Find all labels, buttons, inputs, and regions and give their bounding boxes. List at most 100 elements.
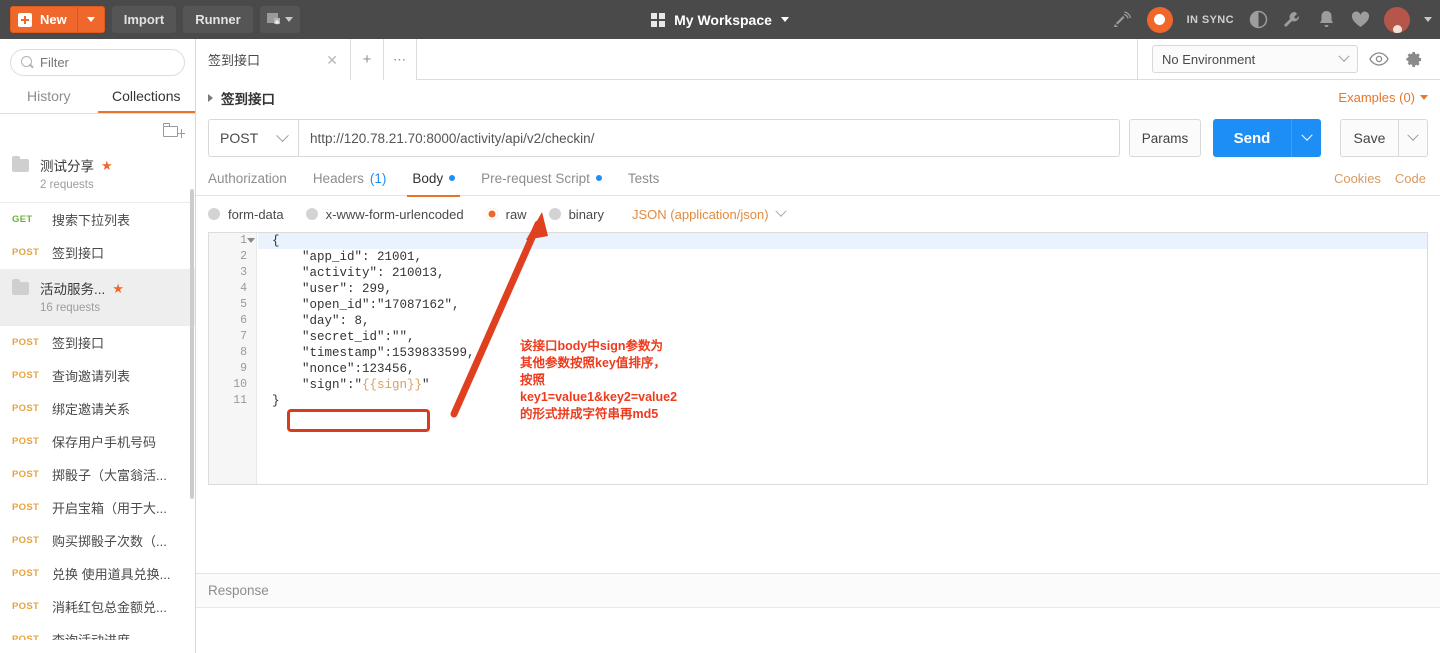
sidebar-request-item[interactable]: GET 搜索下拉列表 — [0, 203, 195, 236]
avatar[interactable] — [1384, 6, 1410, 33]
code-line[interactable]: "open_id":"17087162", — [258, 297, 1427, 313]
tab-tests[interactable]: Tests — [628, 161, 660, 196]
code-line[interactable]: "nonce":123456, — [258, 361, 1427, 377]
wrench-icon[interactable] — [1282, 10, 1302, 30]
folder-icon — [12, 279, 29, 295]
collection-request-count: 2 requests — [40, 179, 94, 191]
request-name-label: 保存用户手机号码 — [52, 435, 157, 450]
sidebar-request-item[interactable]: POST 查询邀请列表 — [0, 359, 195, 392]
eye-icon[interactable] — [1366, 46, 1392, 72]
code-line[interactable]: "secret_id":"", — [258, 329, 1427, 345]
content-type-select[interactable]: JSON (application/json) — [632, 205, 787, 222]
search-input[interactable] — [40, 55, 174, 70]
star-icon[interactable]: ★ — [112, 282, 124, 295]
modified-dot-icon — [449, 175, 456, 181]
tab-body[interactable]: Body — [407, 161, 460, 197]
close-icon[interactable]: ✕ — [326, 53, 338, 67]
line-number: 7 — [240, 330, 247, 343]
response-label: Response — [208, 583, 269, 598]
collection-folder[interactable]: 测试分享 ★ 2 requests — [0, 146, 195, 203]
code-link[interactable]: Code — [1395, 171, 1426, 186]
editor-code-area[interactable]: { "app_id": 21001, "activity": 210013, "… — [258, 233, 1427, 484]
save-button[interactable]: Save — [1340, 119, 1398, 157]
annotation-note: 该接口body中sign参数为其他参数按照key值排序，按照key1=value… — [520, 339, 678, 421]
triangle-right-icon[interactable] — [208, 93, 213, 102]
more-tabs-button[interactable]: ⋯ — [384, 39, 417, 80]
body-editor[interactable]: 1 2 3 4 5 6 7 8 9 10 11 { "app_id": 21001, "activi… — [208, 232, 1428, 485]
code-line[interactable]: "activity": 210013, — [258, 265, 1427, 281]
heart-icon[interactable] — [1350, 10, 1370, 30]
template-variable: {{sign}} — [362, 378, 423, 392]
code-line[interactable]: "user": 299, — [258, 281, 1427, 297]
star-icon[interactable]: ★ — [101, 159, 113, 172]
code-line[interactable]: "sign":"{{sign}}" — [258, 377, 1427, 393]
request-section-tabs[interactable]: Authorization Headers (1) Body Pre-request S… — [196, 161, 1440, 197]
request-name-label: 查询活动进度 — [52, 630, 130, 640]
new-window-button[interactable] — [259, 6, 300, 33]
request-method-label: POST — [12, 370, 40, 381]
body-type-options[interactable]: form-data x-www-form-urlencoded raw binary J… — [196, 196, 1440, 232]
line-number: 3 — [240, 266, 247, 279]
search-box[interactable] — [10, 49, 185, 76]
moon-icon[interactable] — [1248, 10, 1268, 30]
code-line[interactable]: "timestamp":1539833599, — [258, 345, 1427, 361]
main-panel: 签到接口 ✕ + ⋯ No Environment 签到接口 Examples … — [196, 39, 1440, 653]
send-button[interactable]: Send — [1213, 119, 1291, 157]
body-type-label: raw — [505, 206, 527, 222]
request-tab-active[interactable]: 签到接口 ✕ — [196, 39, 351, 80]
body-type-binary[interactable]: binary — [548, 207, 604, 222]
sidebar-tab-history[interactable]: History — [0, 88, 98, 113]
tab-authorization[interactable]: Authorization — [208, 161, 287, 196]
sidebar-request-item[interactable]: POST 签到接口 — [0, 236, 195, 269]
examples-dropdown[interactable]: Examples (0) — [1338, 90, 1428, 105]
collection-folder[interactable]: 活动服务... ★ 16 requests — [0, 269, 195, 326]
import-button[interactable]: Import — [111, 6, 177, 33]
code-line[interactable]: "app_id": 21001, — [258, 249, 1427, 265]
gear-icon[interactable] — [1400, 46, 1426, 72]
tab-headers[interactable]: Headers (1) — [313, 161, 387, 196]
params-button[interactable]: Params — [1129, 119, 1201, 157]
save-dropdown-button[interactable] — [1398, 119, 1428, 157]
new-button[interactable]: New — [10, 6, 105, 33]
request-method-label: POST — [12, 634, 40, 640]
environment-area: No Environment — [1137, 39, 1440, 80]
body-type-raw[interactable]: raw — [485, 206, 527, 222]
body-type-form-data[interactable]: form-data — [208, 207, 284, 222]
code-line[interactable]: "day": 8, — [258, 313, 1427, 329]
runner-button[interactable]: Runner — [183, 6, 253, 33]
sidebar-request-item[interactable]: POST 保存用户手机号码 — [0, 425, 195, 458]
environment-select[interactable]: No Environment — [1152, 45, 1358, 73]
cookies-link[interactable]: Cookies — [1334, 171, 1381, 186]
request-tab-label: 签到接口 — [208, 53, 261, 68]
caret-down-icon[interactable] — [1424, 17, 1432, 22]
examples-label: Examples (0) — [1338, 90, 1415, 105]
sidebar-request-item[interactable]: POST 消耗红包总金额兑... — [0, 590, 195, 623]
add-tab-button[interactable]: + — [351, 39, 384, 80]
sidebar-scrollbar[interactable] — [190, 189, 194, 499]
sidebar-tab-collections[interactable]: Collections — [98, 88, 196, 113]
fold-triangle-icon[interactable] — [247, 238, 255, 243]
broadcast-icon[interactable] — [1113, 10, 1133, 30]
new-dropdown-caret[interactable] — [76, 7, 104, 32]
sidebar-request-item[interactable]: POST 查询活动进度 — [0, 623, 195, 640]
sidebar-request-item[interactable]: POST 购买掷骰子次数（... — [0, 524, 195, 557]
breadcrumb[interactable]: 签到接口 — [208, 88, 275, 108]
sidebar-request-item[interactable]: POST 兑换 使用道具兑换... — [0, 557, 195, 590]
workspace-selector[interactable]: My Workspace — [651, 12, 789, 28]
body-type-x-www-form-urlencoded[interactable]: x-www-form-urlencoded — [305, 207, 464, 222]
sidebar-request-item[interactable]: POST 开启宝箱（用于大... — [0, 491, 195, 524]
sidebar-request-item[interactable]: POST 签到接口 — [0, 326, 195, 359]
sync-status-icon[interactable] — [1146, 6, 1173, 33]
code-line[interactable]: { — [258, 233, 1427, 249]
send-dropdown-button[interactable] — [1291, 119, 1321, 157]
new-folder-icon[interactable] — [163, 122, 185, 138]
url-input[interactable]: http://120.78.21.70:8000/activity/api/v2… — [298, 119, 1120, 157]
code-line[interactable]: } — [258, 393, 1427, 409]
bell-icon[interactable] — [1316, 10, 1336, 30]
sidebar-request-item[interactable]: POST 掷骰子（大富翁活... — [0, 458, 195, 491]
response-bar: Response — [196, 573, 1440, 608]
tab-pre-request-script[interactable]: Pre-request Script — [481, 161, 602, 196]
method-select[interactable]: POST — [208, 119, 298, 157]
collections-list[interactable]: 测试分享 ★ 2 requests GET 搜索下拉列表 POST 签到接口 活动服务... ★… — [0, 146, 195, 640]
sidebar-request-item[interactable]: POST 绑定邀请关系 — [0, 392, 195, 425]
